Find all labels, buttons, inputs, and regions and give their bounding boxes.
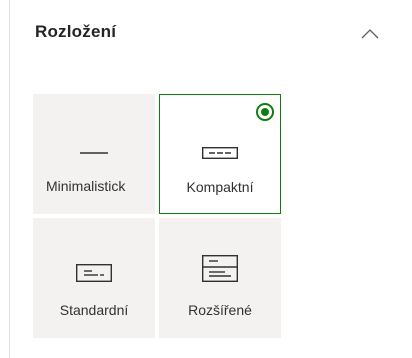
compact-layout-icon [202,147,238,159]
layout-option-label: Kompaktní [186,179,254,195]
layout-option-compact[interactable]: Kompaktní [159,94,281,214]
layout-option-extended[interactable]: Rozšířené [159,218,281,338]
standard-layout-icon [76,264,112,282]
layout-option-minimal[interactable]: Minimalistick [33,94,155,214]
minimal-layout-icon [80,152,108,154]
section-header: Rozložení [35,22,395,46]
section-title: Rozložení [35,22,117,41]
chevron-up-icon [361,29,379,39]
layout-option-label: Rozšířené [188,302,252,318]
layout-option-standard[interactable]: Standardní [33,218,155,338]
selected-radio-icon [256,103,274,121]
collapse-button[interactable] [353,20,385,48]
extended-layout-icon [202,255,238,282]
layout-option-label: Minimalistick [46,178,126,194]
layout-option-label: Standardní [59,302,129,318]
